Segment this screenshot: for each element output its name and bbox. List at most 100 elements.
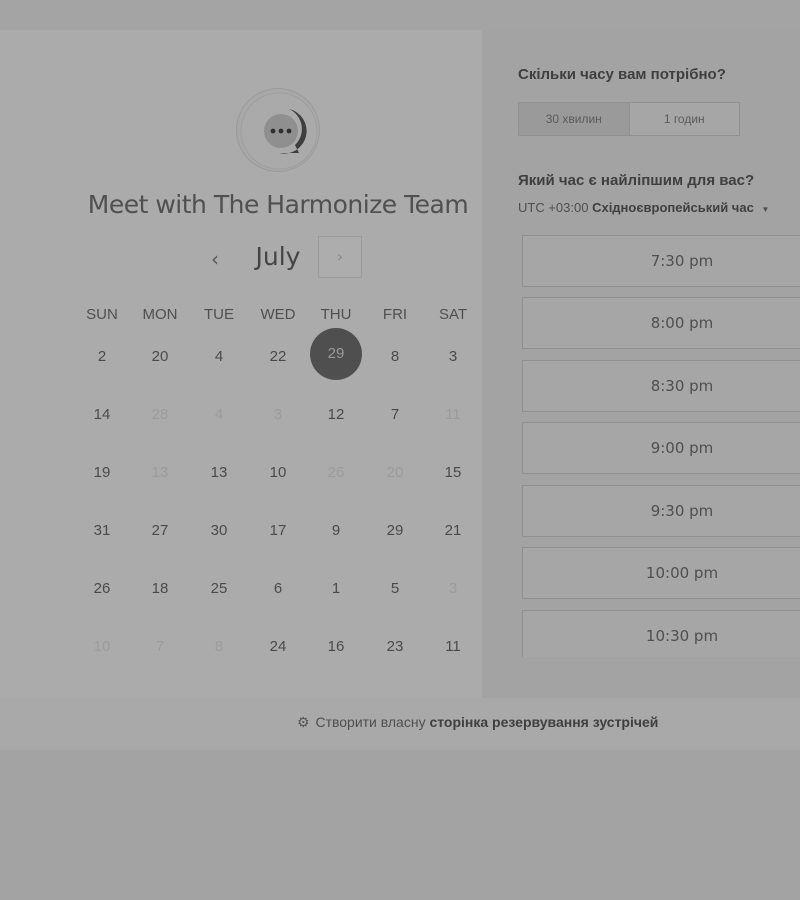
calendar-day-label: 10 (93, 638, 111, 655)
calendar-day-label: 11 (445, 406, 461, 423)
duration-option-30min[interactable]: 30 хвилин (519, 103, 630, 135)
calendar-day[interactable]: 20 (131, 328, 189, 386)
calendar-day[interactable]: 22 (249, 328, 307, 386)
day-grid: 2 20 4 22 29 8 3 14 28 4 3 12 7 11 19 13 13 10 26 20 15 31 27 3… (73, 328, 483, 688)
calendar-day[interactable]: 1 (307, 560, 365, 618)
calendar-day: 7 (131, 618, 189, 676)
calendar-day: 11 (424, 386, 482, 444)
calendar-day[interactable]: 4 (190, 328, 248, 386)
timezone-name: Східноєвропейський час (592, 200, 754, 215)
calendar-day[interactable]: 27 (131, 502, 189, 560)
footer-prefix: Створити власну (315, 714, 426, 730)
calendar-day-label: 31 (93, 522, 111, 539)
time-slot[interactable]: 10:30 pm (522, 610, 800, 657)
time-heading: Який час є найліпшим для вас? (518, 172, 755, 189)
calendar-day[interactable]: 17 (249, 502, 307, 560)
calendar-day-label: 8 (214, 638, 224, 655)
calendar-day[interactable]: 12 (307, 386, 365, 444)
calendar-day: 20 (366, 444, 424, 502)
time-slot[interactable]: 9:30 pm (522, 485, 800, 537)
calendar-day[interactable]: 2 (73, 328, 131, 386)
calendar-day[interactable]: 23 (366, 618, 424, 676)
calendar-day-label: 22 (269, 348, 287, 365)
hubspot-sprocket-icon: ⚙ (297, 714, 310, 730)
calendar-day[interactable]: 3 (424, 328, 482, 386)
next-month-button[interactable]: › (318, 236, 362, 278)
calendar-day-label: 23 (386, 638, 404, 655)
timezone-select[interactable]: UTC +03:00 Східноєвропейський час ▼ (518, 200, 769, 215)
calendar-day[interactable]: 30 (190, 502, 248, 560)
calendar-day[interactable]: 15 (424, 444, 482, 502)
calendar-day-label: 21 (444, 522, 462, 539)
weekday-tue: TUE (204, 306, 234, 323)
calendar-day[interactable]: 14 (73, 386, 131, 444)
calendar-day[interactable]: 5 (366, 560, 424, 618)
calendar-day-label: 5 (390, 580, 400, 597)
calendar-day[interactable]: 19 (73, 444, 131, 502)
calendar-day[interactable]: 25 (190, 560, 248, 618)
calendar-day-label: 20 (386, 464, 404, 481)
calendar-day-label: 20 (151, 348, 169, 365)
calendar-panel: Meet with The Harmonize Team ‹ July › SU… (0, 30, 482, 698)
calendar-day-label: 7 (155, 638, 165, 655)
calendar-day-label: 4 (214, 406, 224, 423)
top-strip (0, 0, 800, 30)
calendar-day[interactable]: 11 (424, 618, 482, 676)
calendar-day[interactable]: 18 (131, 560, 189, 618)
calendar-day: 3 (249, 386, 307, 444)
duration-option-1hour[interactable]: 1 годин (630, 103, 740, 135)
time-slot-label: 9:30 pm (650, 502, 714, 520)
time-slot[interactable]: 8:00 pm (522, 297, 800, 349)
time-slot[interactable]: 10:00 pm (522, 547, 800, 599)
calendar-day[interactable]: 6 (249, 560, 307, 618)
create-booking-page-link[interactable]: ⚙ Створити власну сторінка резервування … (297, 714, 658, 731)
weekday-sat: SAT (438, 306, 468, 323)
booking-page: Meet with The Harmonize Team ‹ July › SU… (0, 0, 800, 900)
weekday-mon: MON (142, 306, 178, 323)
calendar-day: 4 (190, 386, 248, 444)
calendar-day-label: 3 (273, 406, 283, 423)
calendar-day[interactable]: 9 (307, 502, 365, 560)
calendar-day-label: 15 (444, 464, 462, 481)
weekday-thu: THU (320, 306, 352, 323)
duration-heading: Скільки часу вам потрібно? (518, 66, 726, 83)
calendar-day[interactable]: 24 (249, 618, 307, 676)
calendar-day-label: 3 (448, 348, 458, 365)
calendar-day[interactable]: 16 (307, 618, 365, 676)
calendar-day[interactable]: 21 (424, 502, 482, 560)
calendar-day-label: 16 (327, 638, 345, 655)
time-slot[interactable]: 8:30 pm (522, 360, 800, 412)
calendar-day-label: 1 (331, 580, 341, 597)
time-slot-label: 10:00 pm (645, 564, 719, 582)
calendar-day-label: 29 (386, 522, 404, 539)
calendar-day-label: 18 (151, 580, 169, 597)
calendar-day[interactable]: 8 (366, 328, 424, 386)
time-slot[interactable]: 7:30 pm (522, 235, 800, 287)
calendar-day-label: 3 (448, 580, 458, 597)
calendar-day[interactable]: 13 (190, 444, 248, 502)
footer: ⚙ Створити власну сторінка резервування … (0, 698, 800, 750)
chevron-down-icon: ▼ (761, 205, 770, 214)
time-slot-label: 8:00 pm (650, 314, 714, 332)
calendar-day[interactable]: 31 (73, 502, 131, 560)
chat-bubble-logo-icon (236, 88, 320, 172)
calendar-day[interactable]: 29 (366, 502, 424, 560)
weekday-sun: SUN (86, 306, 118, 323)
calendar-day[interactable]: 26 (73, 560, 131, 618)
calendar-day: 3 (424, 560, 482, 618)
time-slot-label: 10:30 pm (645, 627, 719, 645)
calendar-day-label: 4 (214, 348, 224, 365)
calendar-day-label: 8 (390, 348, 400, 365)
calendar-day[interactable]: 10 (249, 444, 307, 502)
prev-month-button[interactable]: ‹ (200, 244, 230, 274)
time-slot-list: 7:30 pm 8:00 pm 8:30 pm 9:00 pm 9:30 pm … (522, 235, 800, 657)
duration-toggle: 30 хвилин 1 годин (518, 102, 740, 136)
calendar-day[interactable]: 7 (366, 386, 424, 444)
time-slot[interactable]: 9:00 pm (522, 422, 800, 474)
calendar-day-selected[interactable]: 29 (307, 328, 365, 386)
calendar-day: 28 (131, 386, 189, 444)
calendar-day: 8 (190, 618, 248, 676)
time-slot-label: 7:30 pm (650, 252, 714, 270)
calendar-day-label: 2 (97, 348, 107, 365)
calendar-day-label: 13 (210, 464, 228, 481)
